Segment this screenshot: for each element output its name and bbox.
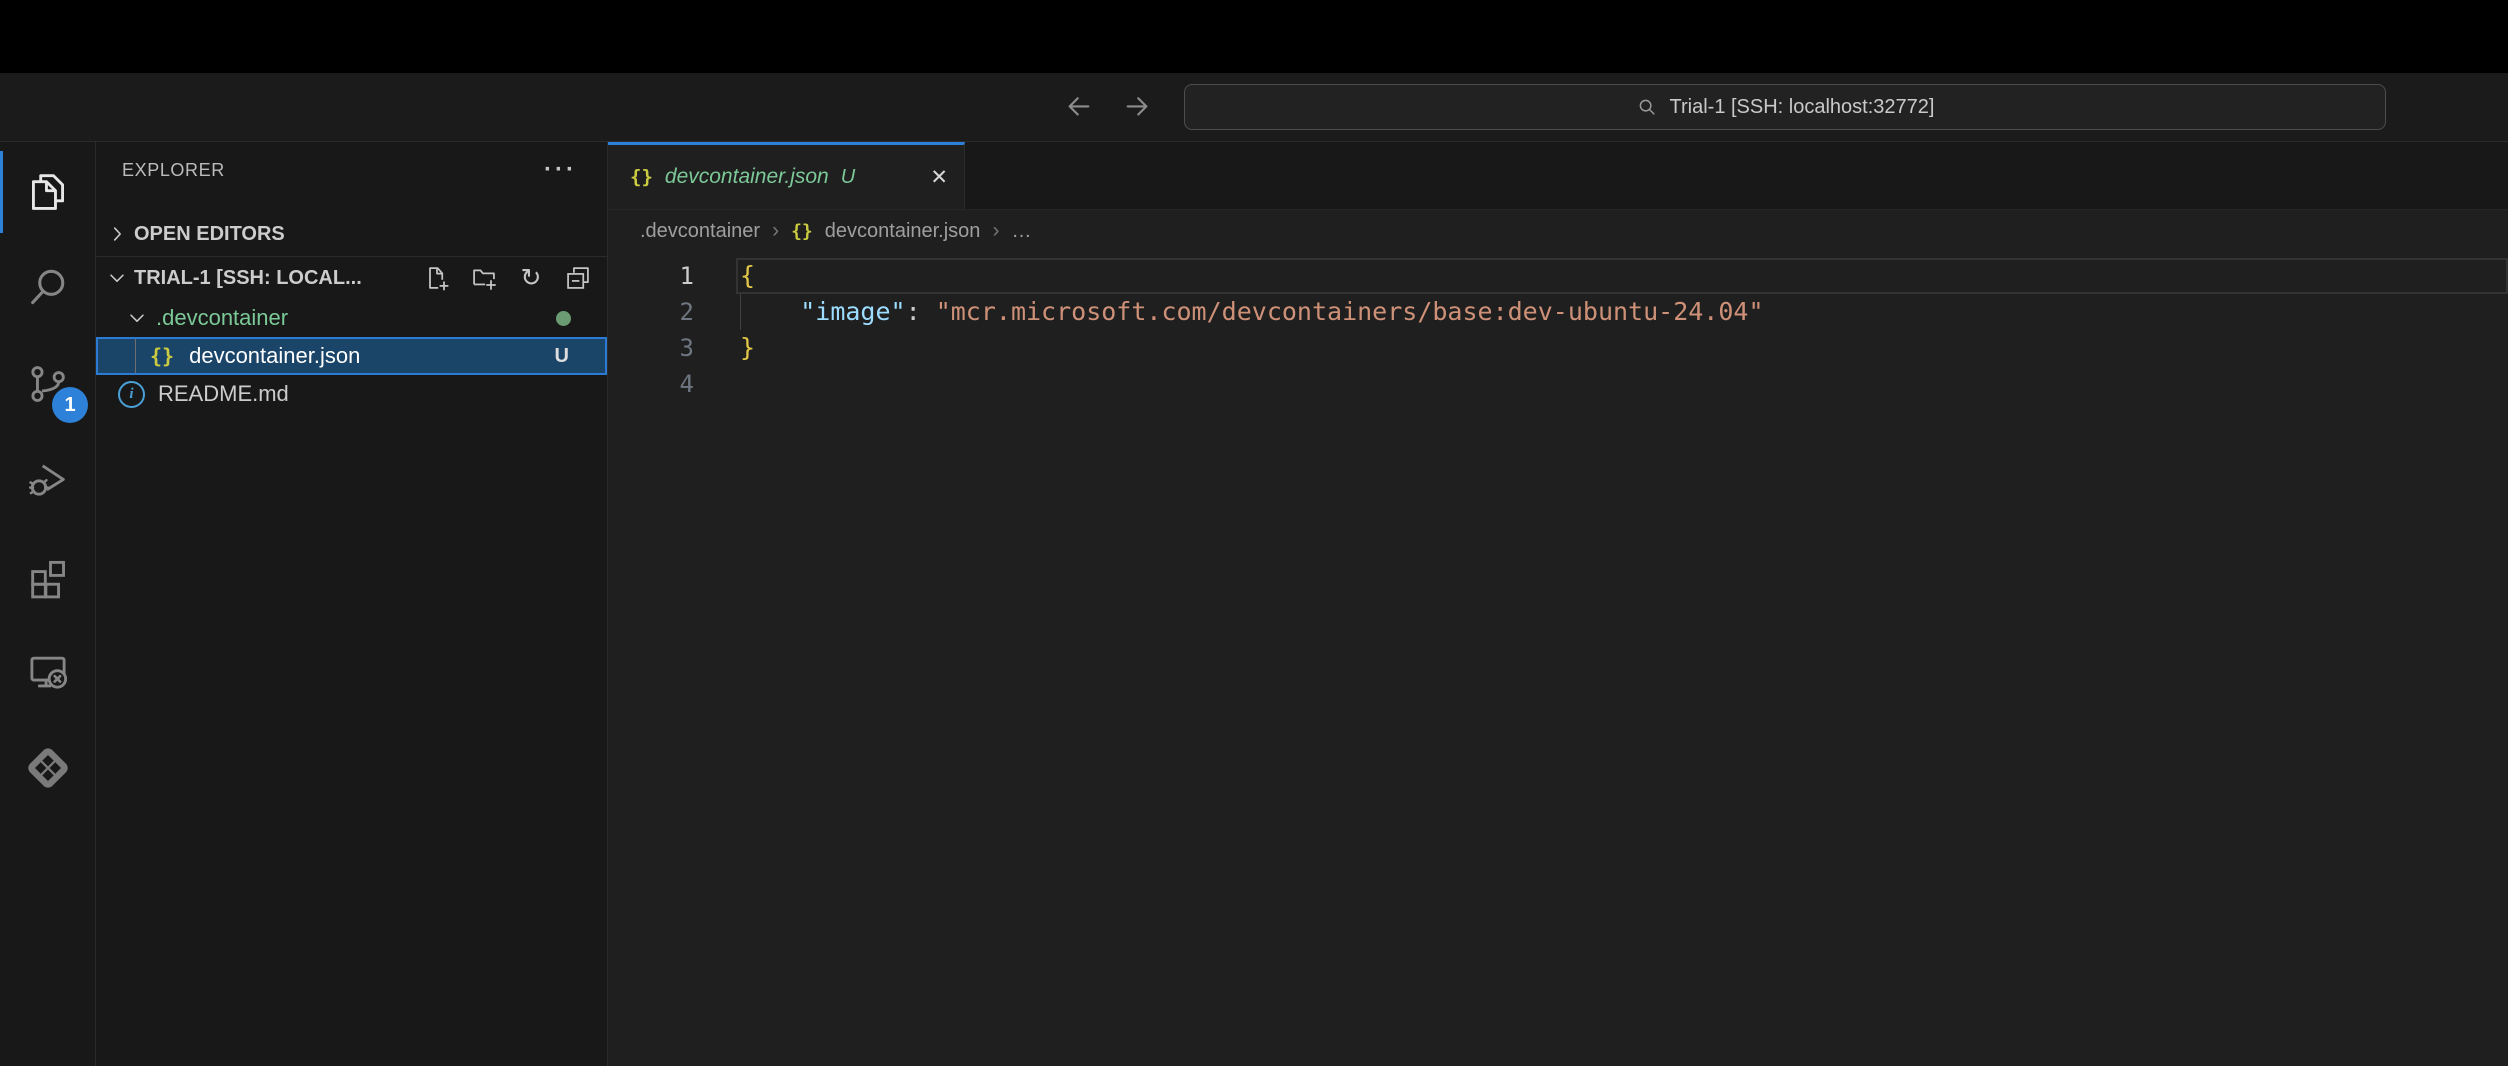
search-icon xyxy=(1636,96,1658,118)
back-button[interactable] xyxy=(1062,90,1096,124)
system-menubar-strip xyxy=(0,0,2508,73)
code-line-2: 2 "image": "mcr.microsoft.com/devcontain… xyxy=(608,294,2508,330)
close-icon[interactable]: ✕ xyxy=(930,165,948,190)
tab-bar: {} devcontainer.json U ✕ xyxy=(608,142,2508,210)
editor-indent-guide xyxy=(740,294,741,330)
tree-indent-guide xyxy=(135,339,136,373)
tab-git-badge: U xyxy=(841,166,855,189)
code-token: } xyxy=(740,333,755,362)
collapse-all-button[interactable] xyxy=(563,263,593,293)
code-token: : xyxy=(906,297,936,326)
code-line-3: 3 } xyxy=(608,330,2508,366)
json-file-icon: {} xyxy=(150,344,174,368)
new-file-icon xyxy=(423,264,451,292)
code-token: "mcr.microsoft.com/devcontainers/base:de… xyxy=(936,297,1764,326)
code-token xyxy=(740,297,800,326)
activity-search[interactable] xyxy=(0,240,95,336)
activity-azure-diamond[interactable] xyxy=(0,720,95,816)
code-text[interactable]: } xyxy=(740,330,755,366)
chevron-right-icon: › xyxy=(992,219,999,243)
explorer-sidebar: EXPLORER ··· OPEN EDITORS TRIAL-1 [SSH: … xyxy=(96,142,608,1066)
forward-button[interactable] xyxy=(1120,90,1154,124)
workbench: 1 xyxy=(0,142,2508,1066)
folder-name: .devcontainer xyxy=(156,305,288,331)
line-number[interactable]: 3 xyxy=(608,330,740,366)
tree-item-devcontainer-folder[interactable]: .devcontainer xyxy=(96,299,607,337)
readme-info-icon: i xyxy=(118,381,145,408)
command-center-search[interactable]: Trial-1 [SSH: localhost:32772] xyxy=(1184,84,2386,130)
editor-group: {} devcontainer.json U ✕ .devcontainer ›… xyxy=(608,142,2508,1066)
chevron-right-icon: › xyxy=(772,219,779,243)
new-file-button[interactable] xyxy=(422,263,452,293)
line-number[interactable]: 1 xyxy=(608,258,740,294)
title-bar: Trial-1 [SSH: localhost:32772] xyxy=(0,73,2508,142)
activity-run-debug[interactable] xyxy=(0,432,95,528)
chevron-down-icon xyxy=(106,267,128,289)
activity-explorer[interactable] xyxy=(0,144,95,240)
tree-item-devcontainer-json[interactable]: {} devcontainer.json U xyxy=(96,337,607,375)
code-line-1: 1 { xyxy=(608,258,2508,294)
chevron-down-icon xyxy=(126,307,148,329)
refresh-button[interactable]: ↻ xyxy=(516,263,546,293)
search-icon xyxy=(25,265,71,311)
chevron-right-icon xyxy=(106,223,128,245)
tab-label: devcontainer.json xyxy=(665,165,829,189)
json-file-icon: {} xyxy=(791,221,813,242)
history-nav xyxy=(1062,73,1154,141)
open-editors-label: OPEN EDITORS xyxy=(134,223,285,246)
diamond-extension-icon xyxy=(25,745,71,791)
vscode-window: Trial-1 [SSH: localhost:32772] xyxy=(0,0,2508,1066)
activity-source-control[interactable]: 1 xyxy=(0,336,95,432)
line-number[interactable]: 4 xyxy=(608,366,740,402)
section-open-editors[interactable]: OPEN EDITORS xyxy=(96,214,607,254)
code-editor[interactable]: 1 { 2 "image": "mcr.microsoft.com/devcon… xyxy=(608,252,2508,1066)
code-line-4: 4 xyxy=(608,366,2508,402)
remote-explorer-icon xyxy=(25,649,71,695)
refresh-icon: ↻ xyxy=(521,263,542,293)
sidebar-title: EXPLORER xyxy=(122,160,225,181)
workspace-label: TRIAL-1 [SSH: LOCAL... xyxy=(134,267,416,290)
more-actions-icon[interactable]: ··· xyxy=(544,165,577,175)
activity-bar: 1 xyxy=(0,142,96,1066)
files-icon xyxy=(25,169,71,215)
explorer-toolbar: ↻ xyxy=(422,263,607,293)
section-workspace[interactable]: TRIAL-1 [SSH: LOCAL... xyxy=(96,257,607,299)
scm-changes-badge: 1 xyxy=(52,387,88,423)
new-folder-icon xyxy=(470,264,498,292)
code-text[interactable]: { xyxy=(740,258,755,294)
breadcrumb: .devcontainer › {} devcontainer.json › … xyxy=(608,210,2508,252)
sidebar-pane-header: EXPLORER ··· xyxy=(96,142,607,198)
debug-icon xyxy=(25,457,71,503)
extensions-icon xyxy=(25,553,71,599)
arrow-left-icon xyxy=(1064,92,1094,122)
activity-extensions[interactable] xyxy=(0,528,95,624)
command-center-text: Trial-1 [SSH: localhost:32772] xyxy=(1670,96,1935,119)
json-file-icon: {} xyxy=(630,166,653,188)
breadcrumb-file[interactable]: devcontainer.json xyxy=(825,220,981,243)
code-text[interactable]: "image": "mcr.microsoft.com/devcontainer… xyxy=(740,294,1764,330)
git-modified-dot xyxy=(556,311,571,326)
breadcrumb-folder[interactable]: .devcontainer xyxy=(640,220,760,243)
file-name: README.md xyxy=(158,381,289,407)
line-number[interactable]: 2 xyxy=(608,294,740,330)
breadcrumb-symbol[interactable]: … xyxy=(1011,220,1031,243)
file-name: devcontainer.json xyxy=(189,343,360,369)
arrow-right-icon xyxy=(1122,92,1152,122)
collapse-all-icon xyxy=(564,264,592,292)
new-folder-button[interactable] xyxy=(469,263,499,293)
activity-remote-explorer[interactable] xyxy=(0,624,95,720)
tree-item-readme[interactable]: i README.md xyxy=(96,375,607,413)
git-untracked-badge: U xyxy=(555,345,569,368)
tab-devcontainer-json[interactable]: {} devcontainer.json U ✕ xyxy=(608,142,965,209)
code-token: { xyxy=(740,261,755,290)
code-token: "image" xyxy=(800,297,905,326)
